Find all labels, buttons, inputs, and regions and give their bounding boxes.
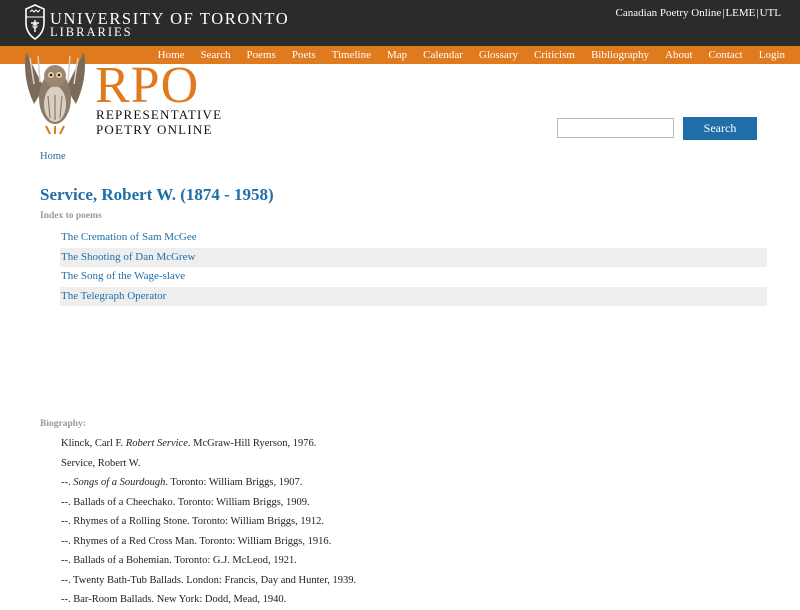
bio-text: . Toronto: William Briggs, 1907. (165, 477, 303, 488)
logo-subtitle-line1: REPRESENTATIVE (96, 107, 223, 122)
nav-poets[interactable]: Poets (284, 46, 324, 64)
rpo-logo-title[interactable]: RPO (95, 60, 199, 112)
nav-login[interactable]: Login (751, 46, 793, 64)
nav-poems[interactable]: Poems (238, 46, 283, 64)
top-header: UNIVERSITY OF TORONTO LIBRARIES Canadian… (0, 0, 800, 46)
bio-title: Robert Service (125, 438, 188, 449)
owl-logo-icon[interactable] (20, 48, 90, 136)
nav-timeline[interactable]: Timeline (324, 46, 379, 64)
nav-criticism[interactable]: Criticism (526, 46, 583, 64)
bio-text: --. Rhymes of a Red Cross Man. Toronto: … (61, 535, 332, 547)
page-title: Service, Robert W. (1874 - 1958) (40, 185, 274, 204)
list-item: --. Rhymes of a Red Cross Man. Toronto: … (61, 532, 356, 552)
nav-bibliography[interactable]: Bibliography (583, 46, 657, 64)
list-item: --. Twenty Bath-Tub Ballads. London: Fra… (61, 571, 356, 591)
poem-link[interactable]: The Cremation of Sam McGee (61, 231, 197, 243)
nav-calendar[interactable]: Calendar (415, 46, 471, 64)
poem-link[interactable]: The Shooting of Dan McGrew (61, 251, 195, 263)
nav-map[interactable]: Map (379, 46, 415, 64)
bio-text: --. Ballads of a Cheechako. Toronto: Wil… (61, 496, 310, 508)
nav-glossary[interactable]: Glossary (471, 46, 526, 64)
biography-list: Klinck, Carl F. Robert Service. McGraw-H… (61, 434, 356, 610)
link-utl[interactable]: UTL (760, 7, 781, 19)
link-canadian-poetry-online[interactable]: Canadian Poetry Online (616, 7, 722, 19)
poem-link[interactable]: The Song of the Wage-slave (61, 270, 185, 282)
search-button[interactable]: Search (683, 117, 757, 140)
bio-text: Klinck, Carl F. (61, 438, 126, 449)
nav-search[interactable]: Search (193, 46, 239, 64)
list-item: --. Rhymes of a Rolling Stone. Toronto: … (61, 512, 356, 532)
logo-subtitle-line2: POETRY ONLINE (96, 122, 213, 137)
biography-section-label: Biography: (40, 419, 86, 429)
list-item: The Telegraph Operator (60, 286, 767, 306)
list-item: The Song of the Wage-slave (60, 267, 767, 287)
search-input[interactable] (557, 118, 674, 138)
institution-subname[interactable]: LIBRARIES (50, 25, 133, 40)
poem-link[interactable]: The Telegraph Operator (61, 290, 166, 302)
bio-text: --. (61, 477, 74, 488)
list-item: Service, Robert W. (61, 454, 356, 474)
bio-text: . McGraw-Hill Ryerson, 1976. (187, 438, 317, 449)
bio-text: Service, Robert W. (61, 457, 141, 469)
list-item: The Shooting of Dan McGrew (60, 247, 767, 267)
nav-contact[interactable]: Contact (701, 46, 751, 64)
list-item: --. Songs of a Sourdough. Toronto: Willi… (61, 473, 356, 493)
list-item: Klinck, Carl F. Robert Service. McGraw-H… (61, 434, 356, 454)
bio-title: Songs of a Sourdough (73, 477, 166, 488)
top-links: Canadian Poetry Online|LEME|UTL (616, 7, 781, 19)
poems-section-label: Index to poems (40, 211, 102, 221)
poem-list: The Cremation of Sam McGee The Shooting … (60, 228, 767, 306)
list-item: --. Ballads of a Cheechako. Toronto: Wil… (61, 493, 356, 513)
bio-text: --. Ballads of a Bohemian. Toronto: G.J.… (61, 555, 297, 566)
link-leme[interactable]: LEME (725, 7, 755, 19)
nav-items: Home Search Poems Poets Timeline Map Cal… (150, 46, 793, 64)
university-crest-icon[interactable] (24, 3, 46, 41)
breadcrumb-home[interactable]: Home (40, 151, 66, 162)
bio-text: --. Rhymes of a Rolling Stone. Toronto: … (61, 516, 324, 527)
bio-text: --. Twenty Bath-Tub Ballads. London: Fra… (61, 574, 357, 586)
nav-about[interactable]: About (657, 46, 701, 64)
list-item: The Cremation of Sam McGee (60, 228, 767, 248)
list-item: --. Ballads of a Bohemian. Toronto: G.J.… (61, 551, 356, 571)
